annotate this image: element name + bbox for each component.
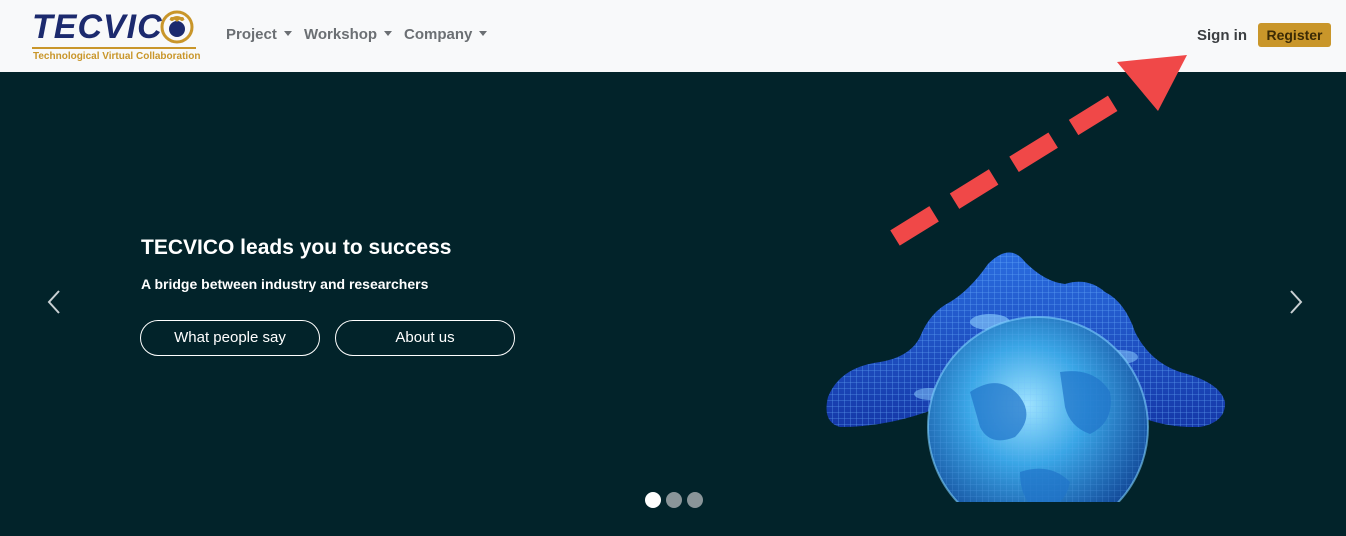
nav-company-label: Company — [404, 26, 473, 43]
register-button[interactable]: Register — [1258, 23, 1331, 47]
caret-down-icon — [479, 31, 488, 36]
carousel-next-button[interactable] — [1280, 284, 1310, 320]
nav-workshop[interactable]: Workshop — [304, 26, 393, 43]
carousel-indicator-1[interactable] — [645, 492, 661, 508]
brand-logo[interactable]: TECVIC Technological Virtual Collaborati… — [28, 8, 200, 64]
hero-subtitle: A bridge between industry and researcher… — [141, 276, 429, 292]
top-navbar: TECVIC Technological Virtual Collaborati… — [0, 0, 1346, 72]
caret-down-icon — [283, 31, 292, 36]
what-people-say-button[interactable]: What people say — [140, 320, 320, 356]
nav-project-label: Project — [226, 26, 277, 43]
nav-workshop-label: Workshop — [304, 26, 378, 43]
nav-project[interactable]: Project — [226, 26, 292, 43]
caret-down-icon — [384, 31, 393, 36]
brand-emblem-icon — [160, 10, 194, 44]
carousel-indicator-2[interactable] — [666, 492, 682, 508]
brand-tagline: Technological Virtual Collaboration — [33, 51, 201, 62]
sign-in-link[interactable]: Sign in — [1197, 27, 1247, 44]
chevron-left-icon — [47, 290, 60, 314]
carousel-prev-button[interactable] — [40, 284, 70, 320]
brand-underline — [32, 47, 196, 49]
hero-title: TECVICO leads you to success — [141, 236, 452, 259]
hero-globe-image — [826, 252, 1226, 502]
chevron-right-icon — [1290, 290, 1303, 314]
about-us-button[interactable]: About us — [335, 320, 515, 356]
hero-carousel: TECVICO leads you to success A bridge be… — [0, 72, 1346, 536]
nav-company[interactable]: Company — [404, 26, 488, 43]
brand-name: TECVIC — [32, 8, 163, 46]
carousel-indicator-3[interactable] — [687, 492, 703, 508]
